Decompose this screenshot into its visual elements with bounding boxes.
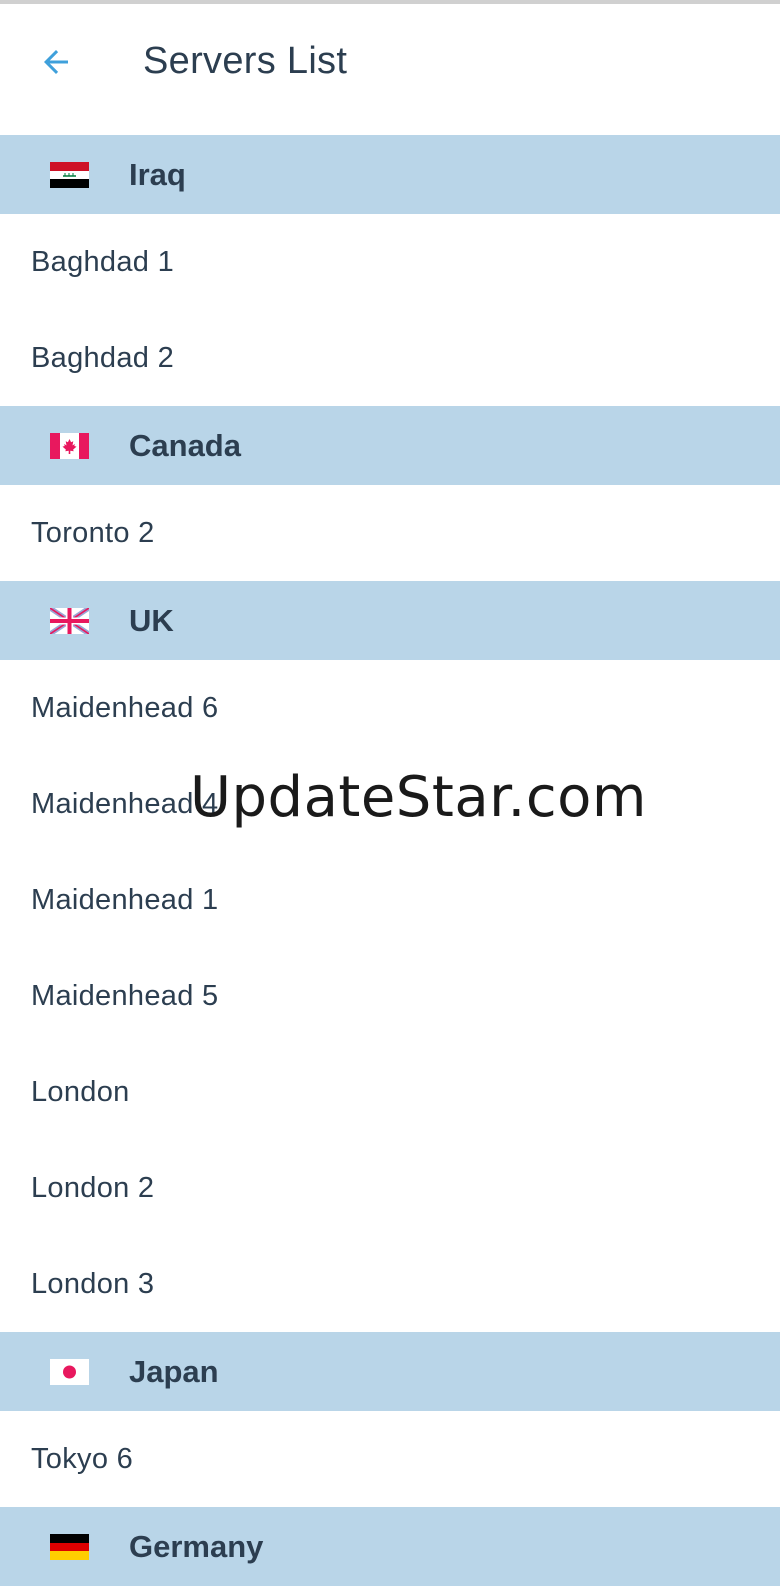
country-header-uk[interactable]: UK: [0, 581, 780, 660]
server-item[interactable]: Maidenhead 5: [0, 948, 780, 1044]
back-button[interactable]: [28, 34, 84, 90]
server-item[interactable]: Tokyo 6: [0, 1411, 780, 1507]
app-bar: Servers List: [0, 4, 780, 130]
country-header-iraq[interactable]: Iraq: [0, 135, 780, 214]
country-name: Japan: [129, 1353, 219, 1389]
servers-list: Iraq Baghdad 1 Baghdad 2 Canada Toronto …: [0, 135, 780, 1586]
server-item[interactable]: London: [0, 1044, 780, 1140]
flag-canada-icon: [50, 433, 89, 459]
flag-germany-icon: [50, 1534, 89, 1560]
country-name: Canada: [129, 427, 241, 463]
server-item[interactable]: Baghdad 2: [0, 310, 780, 406]
arrow-back-icon: [44, 50, 68, 74]
country-name: Germany: [129, 1528, 264, 1564]
country-name: UK: [129, 602, 174, 638]
flag-iraq-icon: [50, 162, 89, 188]
page-title: Servers List: [143, 40, 348, 82]
server-item[interactable]: Maidenhead 6: [0, 660, 780, 756]
server-item[interactable]: Maidenhead 4: [0, 756, 780, 852]
server-item[interactable]: London 3: [0, 1236, 780, 1332]
flag-uk-icon: [50, 608, 89, 634]
server-item[interactable]: Baghdad 1: [0, 214, 780, 310]
server-item[interactable]: Maidenhead 1: [0, 852, 780, 948]
country-header-germany[interactable]: Germany: [0, 1507, 780, 1586]
server-item[interactable]: London 2: [0, 1140, 780, 1236]
server-item[interactable]: Toronto 2: [0, 485, 780, 581]
flag-japan-icon: [50, 1359, 89, 1385]
country-header-canada[interactable]: Canada: [0, 406, 780, 485]
country-header-japan[interactable]: Japan: [0, 1332, 780, 1411]
country-name: Iraq: [129, 156, 186, 192]
